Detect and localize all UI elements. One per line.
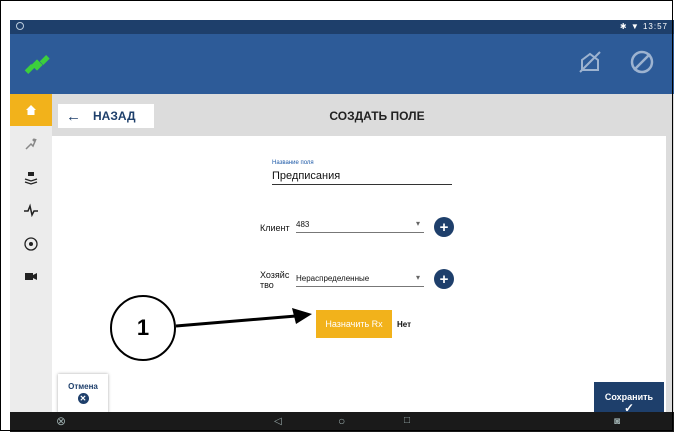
status-right: ✱ ▼ 13:57 (620, 22, 668, 31)
chevron-down-icon: ▾ (415, 273, 420, 282)
camera-nav-item[interactable] (10, 260, 52, 292)
farm-value: Нераспределенные (296, 274, 370, 283)
cancel-button[interactable]: Отмена ✕ (58, 374, 108, 414)
home-nav-item[interactable] (10, 94, 52, 126)
close-icon: ✕ (77, 393, 89, 404)
tablet-screen: ✱ ▼ 13:57 ← НАЗАД СОЗДАТЬ ПОЛЕ Название … (10, 20, 674, 432)
layers-icon (24, 172, 38, 185)
status-icons: ✱ ▼ (619, 22, 640, 31)
clock: 13:57 (642, 22, 668, 31)
system-nav-bar: ⊗ ◁ ○ □ ◙ (10, 412, 674, 432)
pulse-nav-item[interactable] (10, 194, 52, 226)
farm-label: Хозяйс тво (260, 270, 289, 290)
satellite-icon[interactable] (24, 52, 50, 78)
home-icon[interactable]: ○ (338, 414, 345, 428)
plus-icon: + (439, 218, 449, 236)
camera-icon (25, 273, 37, 280)
chevron-down-icon: ▾ (415, 219, 420, 228)
back-button-label: НАЗАД (93, 109, 136, 123)
recent-apps-icon[interactable]: □ (404, 415, 410, 426)
steering-off-icon[interactable] (628, 48, 656, 76)
pulse-icon (24, 203, 38, 217)
steering-wheel-icon[interactable]: ⊗ (56, 414, 66, 428)
rx-value: Нет (397, 320, 412, 329)
field-name-input[interactable]: Предписания (272, 170, 452, 185)
no-field-icon[interactable] (576, 48, 604, 76)
page-header: ← НАЗАД СОЗДАТЬ ПОЛЕ (52, 94, 674, 136)
field-name-label: Название поля (272, 160, 314, 166)
plus-icon: + (439, 270, 449, 288)
home-icon (26, 105, 36, 115)
cancel-label: Отмена (68, 382, 98, 391)
assign-rx-button[interactable]: Назначить Rx (316, 310, 392, 338)
back-button[interactable]: ← НАЗАД (58, 104, 154, 128)
add-farm-button[interactable]: + (434, 269, 454, 289)
page-title: СОЗДАТЬ ПОЛЕ (329, 109, 425, 123)
side-nav (10, 94, 52, 412)
form-card: Название поля Предписания Клиент 483 ▾ +… (52, 136, 666, 414)
guidance-nav-item[interactable] (10, 128, 52, 160)
farm-select[interactable]: Нераспределенные ▾ (296, 273, 424, 287)
notification-icon (16, 22, 24, 30)
client-select[interactable]: 483 ▾ (296, 219, 424, 233)
guidance-icon (25, 138, 37, 150)
farm-label-line1: Хозяйс (260, 270, 290, 280)
add-client-button[interactable]: + (434, 217, 454, 237)
callout-arrow (175, 308, 312, 328)
status-bar: ✱ ▼ 13:57 (10, 20, 674, 34)
back-icon[interactable]: ◁ (274, 416, 282, 427)
back-arrow-icon: ← (66, 107, 81, 125)
client-value: 483 (296, 220, 310, 229)
client-label: Клиент (260, 223, 290, 233)
steering-nav-item[interactable] (10, 228, 52, 260)
farm-label-line2: тво (260, 280, 274, 290)
app-bar (10, 34, 674, 94)
main-panel: ← НАЗАД СОЗДАТЬ ПОЛЕ Название поля Предп… (52, 94, 674, 422)
steering-icon (24, 237, 38, 251)
layers-nav-item[interactable] (10, 162, 52, 194)
camera-icon[interactable]: ◙ (614, 416, 620, 427)
callout-marker: 1 (110, 295, 176, 361)
